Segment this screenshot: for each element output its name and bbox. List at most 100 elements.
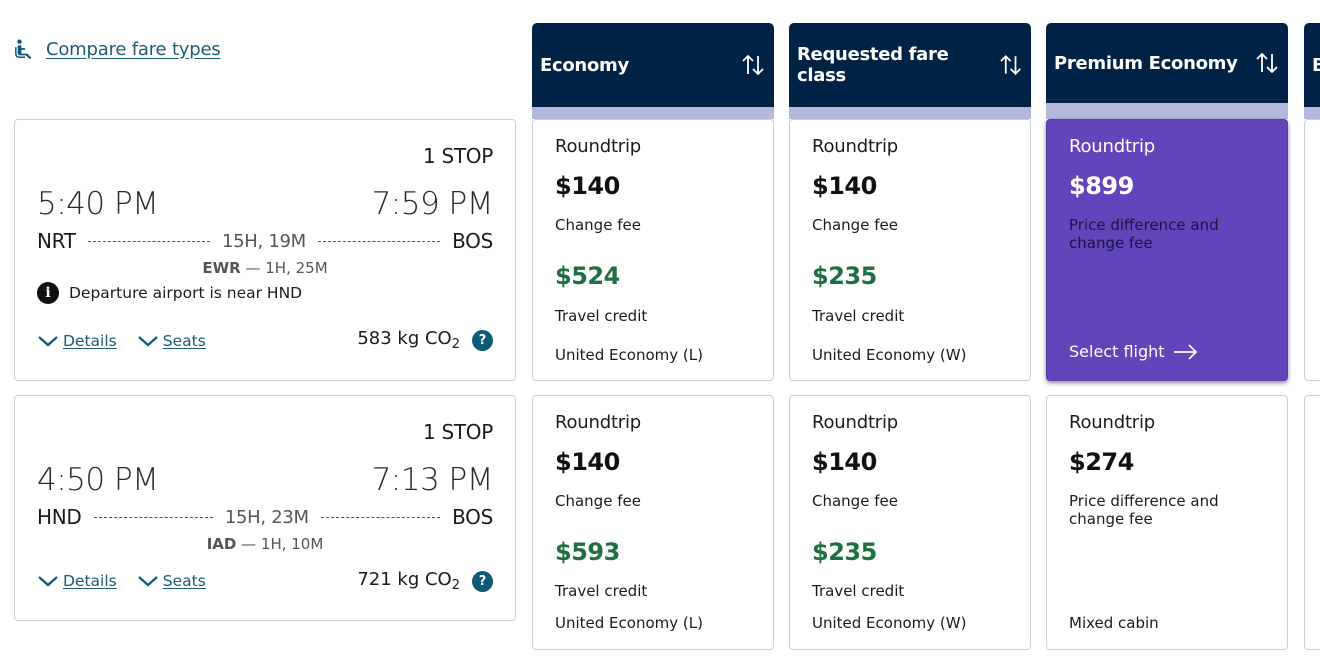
column-header-economy: Economy <box>532 23 774 119</box>
sort-requested-fare-class-button[interactable]: Requested fare class <box>789 23 1031 107</box>
arrival-time: 7:59 PM <box>371 186 494 222</box>
sort-premium-economy-button[interactable]: Premium Economy <box>1046 23 1288 103</box>
column-title: B <box>1312 54 1320 76</box>
chevron-down-icon <box>38 576 58 587</box>
seats-toggle[interactable]: Seats <box>137 572 206 590</box>
route-dash <box>317 240 441 242</box>
fee-label: Change fee <box>812 216 898 234</box>
fare-price: $899 <box>1069 172 1134 200</box>
select-flight-label: Select flight <box>1069 342 1165 361</box>
travel-credit-amount: $524 <box>555 262 620 290</box>
route-dash <box>320 516 441 518</box>
stops-count: 1 STOP <box>423 420 493 444</box>
co2-emissions: 721 kg CO2 ? <box>357 569 493 593</box>
column-stripe <box>1304 107 1320 119</box>
layover-airport: IAD <box>206 535 237 553</box>
change-fee-price: $140 <box>812 448 877 476</box>
change-fee-price: $140 <box>555 172 620 200</box>
cabin-class: United Economy (W) <box>812 614 967 632</box>
seats-label: Seats <box>162 332 206 350</box>
fee-label: Change fee <box>812 492 898 510</box>
route-dash <box>93 516 213 518</box>
travel-credit-label: Travel credit <box>812 307 905 325</box>
trip-type: Roundtrip <box>812 412 899 433</box>
fare-cell-premium-economy-selected[interactable]: Roundtrip $899 Price difference and chan… <box>1046 119 1288 381</box>
travel-credit-label: Travel credit <box>555 582 648 600</box>
origin-code: NRT <box>37 229 76 253</box>
help-icon[interactable]: ? <box>472 570 493 592</box>
details-toggle[interactable]: Details <box>37 332 117 350</box>
flight-card: 1 STOP 5:40 PM 7:59 PM NRT 15H, 19M BOS … <box>14 119 516 381</box>
flight-links: Details Seats <box>37 572 206 590</box>
chevron-down-icon <box>138 336 158 347</box>
column-stripe <box>789 107 1031 119</box>
trip-type: Roundtrip <box>555 136 642 157</box>
travel-credit-amount: $235 <box>812 262 877 290</box>
trip-type: Roundtrip <box>812 136 899 157</box>
sort-partial-column-button[interactable]: B <box>1304 23 1320 107</box>
fee-label: Change fee <box>555 216 641 234</box>
flight-duration: 15H, 19M <box>221 230 306 252</box>
change-fee-price: $140 <box>555 448 620 476</box>
airport-notice: i Departure airport is near HND <box>37 282 302 304</box>
co2-value: 721 kg CO2 <box>357 569 460 593</box>
notice-text: Departure airport is near HND <box>69 284 303 302</box>
layover-duration: — 1H, 25M <box>245 259 328 277</box>
departure-time: 4:50 PM <box>37 462 159 498</box>
sort-arrows-icon <box>1256 52 1278 74</box>
seats-label: Seats <box>162 572 206 590</box>
compare-fare-types-label: Compare fare types <box>46 38 221 60</box>
sort-arrows-icon <box>1000 55 1021 75</box>
flight-links: Details Seats <box>37 332 206 350</box>
cabin-class: United Economy (L) <box>555 614 703 632</box>
route-dash <box>87 240 210 242</box>
column-header-requested-fare-class: Requested fare class <box>789 23 1031 119</box>
co2-value: 583 kg CO2 <box>357 328 460 352</box>
trip-type: Roundtrip <box>1069 412 1156 433</box>
help-icon[interactable]: ? <box>472 329 493 351</box>
fare-price: $274 <box>1069 448 1134 476</box>
column-title: Requested fare class <box>797 44 949 86</box>
layover-info: IAD — 1H, 10M <box>15 535 515 553</box>
seats-toggle[interactable]: Seats <box>137 332 206 350</box>
cabin-class: Mixed cabin <box>1069 614 1159 632</box>
layover-info: EWR — 1H, 25M <box>15 259 515 277</box>
details-label: Details <box>63 332 117 350</box>
fee-label: Change fee <box>555 492 641 510</box>
column-title: Premium Economy <box>1054 52 1238 74</box>
route-line: NRT 15H, 19M BOS <box>37 228 493 254</box>
compare-fare-types-link[interactable]: Compare fare types <box>14 38 221 60</box>
sort-arrows-icon <box>742 54 764 76</box>
cabin-class: United Economy (W) <box>812 346 967 364</box>
fare-cell-partial[interactable] <box>1304 395 1320 650</box>
column-header-premium-economy: Premium Economy <box>1046 23 1288 119</box>
cabin-class: United Economy (L) <box>555 346 703 364</box>
sort-economy-button[interactable]: Economy <box>532 23 774 107</box>
flight-duration: 15H, 23M <box>224 506 309 528</box>
arrow-right-icon <box>1173 343 1197 360</box>
column-title: Economy <box>540 54 629 76</box>
chevron-down-icon <box>138 576 158 587</box>
fare-cell-requested-fare-class[interactable]: Roundtrip $140 Change fee $235 Travel cr… <box>789 119 1031 381</box>
trip-type: Roundtrip <box>1069 136 1156 157</box>
column-stripe <box>532 107 774 119</box>
destination-code: BOS <box>452 505 494 529</box>
layover-duration: — 1H, 10M <box>241 535 324 553</box>
travel-credit-amount: $235 <box>812 538 877 566</box>
route-line: HND 15H, 23M BOS <box>37 504 493 530</box>
seat-recline-icon <box>15 39 32 60</box>
chevron-down-icon <box>38 336 58 347</box>
fare-cell-requested-fare-class[interactable]: Roundtrip $140 Change fee $235 Travel cr… <box>789 395 1031 650</box>
flight-card: 1 STOP 4:50 PM 7:13 PM HND 15H, 23M BOS … <box>14 395 516 621</box>
fare-cell-economy[interactable]: Roundtrip $140 Change fee $593 Travel cr… <box>532 395 774 650</box>
departure-time: 5:40 PM <box>37 186 159 222</box>
fare-cell-premium-economy[interactable]: Roundtrip $274 Price difference and chan… <box>1046 395 1288 650</box>
fare-cell-economy[interactable]: Roundtrip $140 Change fee $524 Travel cr… <box>532 119 774 381</box>
fare-cell-partial[interactable] <box>1304 119 1320 381</box>
column-stripe <box>1046 103 1288 119</box>
details-toggle[interactable]: Details <box>37 572 117 590</box>
info-icon: i <box>37 282 59 304</box>
fee-label: Price difference and change fee <box>1069 492 1219 528</box>
select-flight-button[interactable]: Select flight <box>1069 342 1199 361</box>
destination-code: BOS <box>452 229 494 253</box>
